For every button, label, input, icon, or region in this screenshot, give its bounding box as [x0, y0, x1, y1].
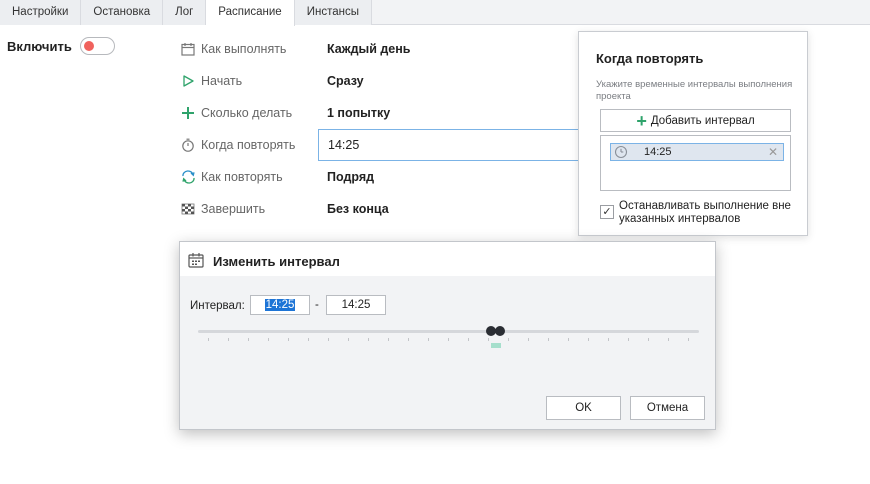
interval-list: 14:25 ✕ [600, 135, 791, 191]
plus-icon: + [636, 110, 647, 131]
slider-tick [348, 338, 349, 341]
row-how-to-run[interactable]: Как выполнять Каждый день [180, 33, 600, 65]
slider-tick [688, 338, 689, 341]
row-value: 1 попытку [327, 106, 391, 120]
row-label: Сколько делать [201, 106, 293, 120]
tab-settings[interactable]: Настройки [0, 0, 82, 25]
slider-tick [488, 338, 489, 341]
slider-tick [548, 338, 549, 341]
slider-tick [268, 338, 269, 341]
slider-tick [588, 338, 589, 341]
interval-separator: - [315, 299, 319, 311]
slider-tick [608, 338, 609, 341]
row-label: Завершить [201, 202, 266, 216]
ok-button[interactable]: OK [546, 396, 621, 420]
row-how-many[interactable]: Сколько делать 1 попытку [180, 97, 600, 129]
row-start[interactable]: Начать Сразу [180, 65, 600, 97]
stopwatch-icon [180, 137, 196, 153]
dialog-header: Изменить интервал [180, 242, 715, 276]
finish-flag-icon [180, 201, 196, 217]
slider-tick [288, 338, 289, 341]
row-value: Каждый день [327, 42, 411, 56]
row-how-repeat[interactable]: Как повторять Подряд [180, 161, 600, 193]
slider-tick [368, 338, 369, 341]
time-slider-track[interactable] [198, 330, 699, 333]
edit-interval-dialog: Изменить интервал Интервал: 14:25 - 14:2… [179, 241, 716, 430]
slider-tick [448, 338, 449, 341]
stop-outside-checkbox[interactable]: ✓ [600, 205, 614, 219]
slider-end-handle[interactable] [495, 326, 505, 336]
row-label: Когда повторять [201, 138, 296, 152]
slider-tick [388, 338, 389, 341]
enable-label: Включить [7, 39, 72, 54]
plus-icon [180, 105, 196, 121]
calendar-icon [180, 41, 196, 57]
toggle-knob [84, 41, 94, 51]
tab-instances[interactable]: Инстансы [294, 0, 372, 25]
when-repeat-panel: Когда повторять Укажите временные интерв… [578, 31, 808, 236]
slider-tick [408, 338, 409, 341]
from-time-input[interactable]: 14:25 [250, 295, 310, 315]
panel-title: Когда повторять [596, 51, 704, 66]
row-finish[interactable]: Завершить Без конца [180, 193, 600, 225]
slider-tick [528, 338, 529, 341]
row-label: Как выполнять [201, 42, 287, 56]
slider-tick [328, 338, 329, 341]
from-time-value: 14:25 [264, 299, 296, 311]
cancel-button[interactable]: Отмена [630, 396, 705, 420]
row-value: Без конца [327, 202, 389, 216]
repeat-value-field[interactable]: 14:25 [318, 129, 608, 161]
slider-tick [228, 338, 229, 341]
slider-tick [428, 338, 429, 341]
row-value: Сразу [327, 74, 364, 88]
slider-tick [668, 338, 669, 341]
slider-tick [308, 338, 309, 341]
interval-marker [491, 343, 501, 348]
row-label: Как повторять [201, 170, 283, 184]
tab-schedule[interactable]: Расписание [206, 0, 295, 26]
calendar-icon [188, 252, 204, 268]
interval-item[interactable]: 14:25 ✕ [610, 143, 784, 161]
tab-bar: Настройки Остановка Лог Расписание Инста… [0, 0, 870, 26]
tab-log[interactable]: Лог [163, 0, 207, 25]
row-when-repeat[interactable]: Когда повторять 14:25 [180, 129, 608, 161]
play-icon [180, 73, 196, 89]
row-label: Начать [201, 74, 243, 88]
slider-ticks [208, 338, 690, 344]
slider-tick [248, 338, 249, 341]
dialog-title: Изменить интервал [213, 254, 340, 269]
slider-tick [208, 338, 209, 341]
slider-tick [508, 338, 509, 341]
row-value: Подряд [327, 170, 375, 184]
interval-text: 14:25 [644, 146, 672, 158]
remove-interval-icon[interactable]: ✕ [768, 145, 778, 159]
add-interval-label: Добавить интервал [650, 114, 755, 127]
slider-tick [628, 338, 629, 341]
clock-icon [614, 145, 628, 159]
interval-label: Интервал: [190, 300, 245, 312]
add-interval-button[interactable]: + Добавить интервал [600, 109, 791, 132]
enable-toggle[interactable] [80, 37, 115, 55]
slider-tick [468, 338, 469, 341]
tab-stop[interactable]: Остановка [81, 0, 164, 25]
repeat-icon [180, 169, 196, 185]
slider-tick [568, 338, 569, 341]
to-time-input[interactable]: 14:25 [326, 295, 386, 315]
panel-subtitle: Укажите временные интервалы выполнения п… [596, 79, 793, 102]
slider-tick [648, 338, 649, 341]
stop-outside-label: Останавливать выполнение вне указанных и… [619, 200, 791, 225]
